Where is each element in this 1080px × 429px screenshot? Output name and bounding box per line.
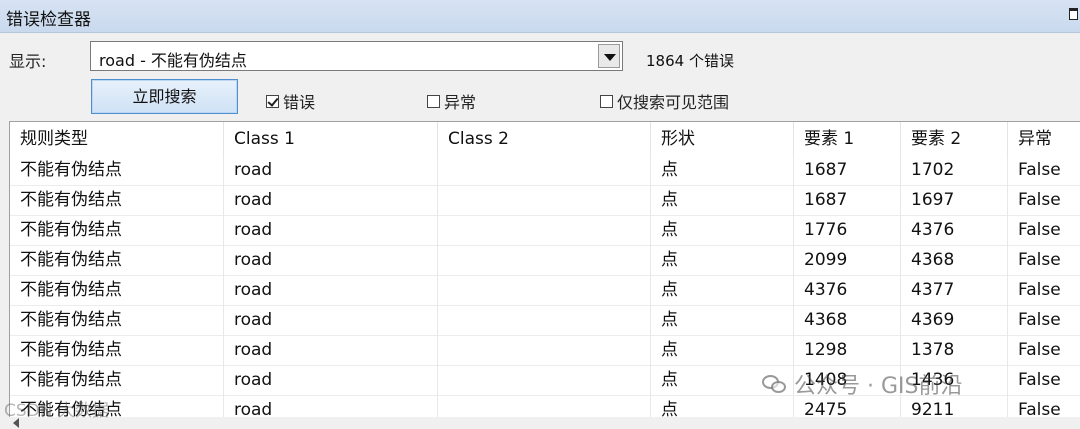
column-header-class1[interactable]: Class 1 (224, 122, 438, 156)
cell-feature2: 4368 (901, 246, 1008, 276)
errors-checkbox-label: 错误 (283, 93, 316, 112)
cell-feature2: 4377 (901, 276, 1008, 306)
cell-exception: False (1018, 220, 1061, 240)
cell-class1: road (224, 186, 438, 216)
show-label: 显示: (9, 52, 47, 71)
cell-feature1: 1298 (794, 336, 901, 366)
cell-feature2: 1378 (901, 336, 1008, 366)
cell-class1: road (224, 336, 438, 366)
cell-exception: False (1018, 280, 1061, 300)
wechat-icon (762, 373, 788, 395)
cell-class1: road (224, 156, 438, 186)
table-row[interactable]: 不能有伪结点 road 点 1298 1378 False (10, 336, 1080, 366)
cell-class1: road (224, 216, 438, 246)
window-title: 错误检查器 (6, 10, 91, 30)
cell-class2 (438, 336, 651, 366)
dropdown-arrow-icon[interactable] (598, 44, 620, 68)
watermark-side: CSDN 大数据 (4, 401, 109, 421)
column-header-shape[interactable]: 形状 (651, 122, 794, 156)
cell-class2 (438, 276, 651, 306)
cell-exception: False (1018, 370, 1061, 390)
cell-shape: 点 (651, 216, 794, 246)
cell-feature2: 4376 (901, 216, 1008, 246)
watermark: 公众号 · GIS前沿 (762, 368, 962, 400)
errors-checkbox-box[interactable] (266, 94, 279, 108)
cell-exception: False (1018, 310, 1061, 330)
cell-class1: road (224, 276, 438, 306)
column-header-rule-type[interactable]: 规则类型 (10, 122, 224, 156)
cell-class2 (438, 246, 651, 276)
cell-class2 (438, 366, 651, 396)
cell-exception: False (1018, 160, 1061, 180)
cell-feature1: 4376 (794, 276, 901, 306)
column-header-exception[interactable]: 异常 (1008, 122, 1080, 156)
cell-class2 (438, 186, 651, 216)
column-header-feature1[interactable]: 要素 1 (794, 122, 901, 156)
table-row[interactable]: 不能有伪结点 road 点 4376 4377 False (10, 276, 1080, 306)
cell-shape: 点 (651, 156, 794, 186)
dock-window-icon[interactable] (1069, 8, 1078, 20)
cell-rule-type: 不能有伪结点 (10, 216, 224, 246)
cell-exception: False (1018, 340, 1061, 360)
table-row[interactable]: 不能有伪结点 road 点 1687 1702 False (10, 156, 1080, 186)
cell-feature1: 1776 (794, 216, 901, 246)
show-filter-dropdown[interactable]: road - 不能有伪结点 (90, 41, 623, 71)
cell-shape: 点 (651, 336, 794, 366)
cell-class2 (438, 156, 651, 186)
visible-extent-checkbox[interactable]: 仅搜索可见范围 (600, 89, 729, 113)
table-row[interactable]: 不能有伪结点 road 点 2099 4368 False (10, 246, 1080, 276)
table-row[interactable]: 不能有伪结点 road 点 4368 4369 False (10, 306, 1080, 336)
cell-feature1: 1687 (794, 156, 901, 186)
watermark-text: 公众号 · GIS前沿 (794, 374, 963, 399)
cell-rule-type: 不能有伪结点 (10, 336, 224, 366)
error-count: 1864 个错误 (646, 52, 734, 70)
cell-exception: False (1018, 250, 1061, 270)
cell-rule-type: 不能有伪结点 (10, 306, 224, 336)
column-header-feature2[interactable]: 要素 2 (901, 122, 1008, 156)
exceptions-checkbox-label: 异常 (444, 93, 477, 112)
cell-shape: 点 (651, 186, 794, 216)
search-now-button[interactable]: 立即搜索 (91, 79, 238, 114)
table-header: 规则类型 Class 1 Class 2 形状 要素 1 要素 2 异常 (10, 122, 1080, 156)
exceptions-checkbox-box[interactable] (427, 94, 440, 108)
exceptions-checkbox[interactable]: 异常 (427, 89, 476, 113)
cell-shape: 点 (651, 276, 794, 306)
visible-extent-checkbox-box[interactable] (600, 94, 613, 108)
title-bar: 错误检查器 (0, 0, 1080, 33)
cell-feature1: 4368 (794, 306, 901, 336)
cell-class2 (438, 306, 651, 336)
cell-exception: False (1018, 190, 1061, 210)
horizontal-scrollbar[interactable] (9, 417, 1080, 429)
cell-feature2: 4369 (901, 306, 1008, 336)
cell-feature1: 1687 (794, 186, 901, 216)
cell-feature2: 1697 (901, 186, 1008, 216)
cell-rule-type: 不能有伪结点 (10, 156, 224, 186)
cell-class1: road (224, 366, 438, 396)
cell-class1: road (224, 246, 438, 276)
cell-rule-type: 不能有伪结点 (10, 246, 224, 276)
cell-rule-type: 不能有伪结点 (10, 186, 224, 216)
cell-class1: road (224, 306, 438, 336)
errors-checkbox[interactable]: 错误 (266, 89, 315, 113)
table-row[interactable]: 不能有伪结点 road 点 1687 1697 False (10, 186, 1080, 216)
cell-rule-type: 不能有伪结点 (10, 276, 224, 306)
show-filter-value: road - 不能有伪结点 (99, 51, 247, 70)
visible-extent-checkbox-label: 仅搜索可见范围 (617, 93, 730, 112)
column-header-class2[interactable]: Class 2 (438, 122, 651, 156)
table-row[interactable]: 不能有伪结点 road 点 1776 4376 False (10, 216, 1080, 246)
cell-rule-type: 不能有伪结点 (10, 366, 224, 396)
cell-class2 (438, 216, 651, 246)
cell-feature2: 1702 (901, 156, 1008, 186)
cell-shape: 点 (651, 306, 794, 336)
cell-feature1: 2099 (794, 246, 901, 276)
cell-shape: 点 (651, 246, 794, 276)
